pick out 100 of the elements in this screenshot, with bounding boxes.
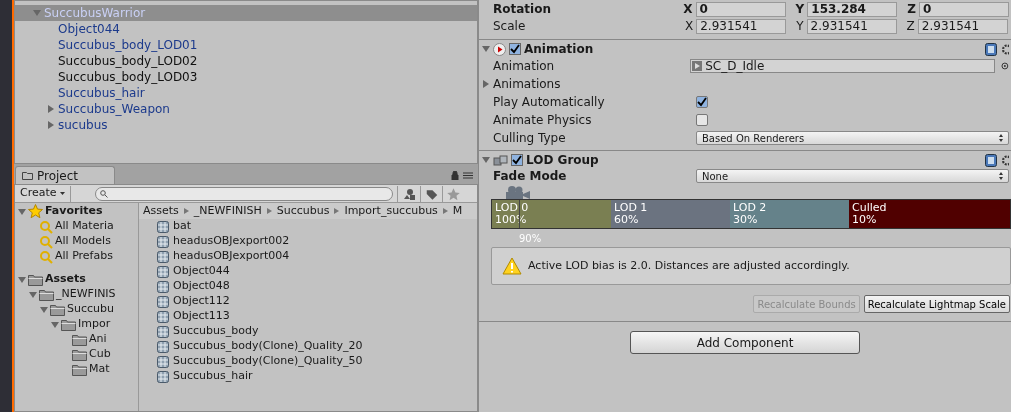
asset-item[interactable]: Object113 [173, 308, 230, 325]
cubes-icon [493, 154, 508, 166]
field-label: Animate Physics [493, 112, 593, 129]
hierarchy-item[interactable]: Object044 [15, 21, 477, 37]
asset-item[interactable]: Object112 [173, 293, 230, 310]
project-tab[interactable]: Project [15, 166, 115, 184]
folder-icon [72, 363, 87, 376]
lod-segment[interactable]: LOD 1 60% [611, 200, 730, 228]
breadcrumb-link[interactable]: _NEWFINISH [193, 203, 262, 220]
number-field[interactable]: 0 [695, 1, 786, 17]
tree-item[interactable]: All Models [55, 233, 111, 250]
tree-item[interactable]: Cub [89, 346, 111, 363]
checkbox[interactable] [696, 114, 708, 126]
asset-item[interactable]: Object048 [173, 278, 230, 295]
tree-item[interactable]: Ani [89, 331, 107, 348]
collapse-arrow-icon[interactable] [40, 305, 48, 314]
hierarchy-item[interactable]: Succubus_body_LOD02 [15, 53, 477, 69]
field-label: Rotation [493, 1, 552, 18]
axis-label: X [685, 18, 694, 35]
folder-icon [72, 348, 87, 361]
dropdown[interactable]: None [696, 169, 1009, 183]
settings-icon[interactable] [1000, 43, 1009, 55]
expand-arrow-icon[interactable] [47, 105, 55, 113]
asset-item[interactable]: headusOBJexport002 [173, 233, 290, 250]
asset-item[interactable]: headusOBJexport004 [173, 248, 290, 265]
axis-label: Y [795, 1, 805, 18]
component-title: Animation [524, 41, 595, 58]
help-icon[interactable] [985, 153, 997, 167]
object-picker-icon[interactable] [1001, 62, 1009, 70]
asset-item[interactable]: bat [173, 218, 192, 235]
warning-text: Active LOD bias is 2.0. Distances are adjusted accordingly. [528, 257, 850, 274]
hierarchy-item[interactable]: sucubus [15, 117, 477, 133]
breadcrumb-link[interactable]: M [452, 203, 463, 220]
breadcrumb-link[interactable]: Succubus [276, 203, 330, 220]
axis-label: Y [796, 18, 804, 35]
folder-icon [61, 318, 76, 331]
collapse-arrow-icon[interactable] [51, 320, 59, 329]
dropdown[interactable]: Based On Renderers [696, 131, 1009, 145]
enable-checkbox[interactable] [511, 154, 523, 166]
create-button[interactable]: Create [15, 185, 71, 202]
breadcrumb-link[interactable]: Import_succubus [344, 203, 438, 220]
mesh-icon [157, 250, 169, 263]
tree-item[interactable]: All Prefabs [55, 248, 113, 265]
asset-item[interactable]: Succubus_hair [173, 368, 253, 385]
object-field[interactable]: SC_D_Idle [690, 59, 996, 73]
camera-position-marker[interactable] [519, 200, 520, 228]
magnifier-icon [39, 219, 53, 234]
asset-item[interactable]: Succubus_body(Clone)_Quality_50 [173, 353, 363, 370]
menu-icon[interactable] [463, 172, 473, 179]
mesh-icon [157, 310, 169, 323]
folder-icon [28, 273, 43, 286]
hierarchy-item[interactable]: Succubus_Weapon [15, 101, 477, 117]
number-field[interactable]: 0 [919, 1, 1009, 17]
mesh-icon [157, 355, 169, 368]
hierarchy-item[interactable]: Succubus_hair [15, 85, 477, 101]
collapse-arrow-icon[interactable] [482, 45, 490, 53]
lod-button[interactable]: Recalculate Lightmap Scale [863, 295, 1010, 313]
help-icon[interactable] [985, 42, 997, 56]
component-title: LOD Group [526, 152, 600, 169]
mesh-icon [157, 370, 169, 383]
tree-item[interactable]: All Materia [55, 218, 114, 235]
tree-item[interactable]: _NEWFINIS [56, 286, 116, 303]
asset-item[interactable]: Succubus_body(Clone)_Quality_20 [173, 338, 363, 355]
number-field[interactable]: 2.931541 [696, 18, 787, 34]
tree-item[interactable]: Impor [78, 316, 111, 333]
collapse-arrow-icon[interactable] [482, 156, 490, 164]
lod-segment[interactable]: LOD 2 30% [730, 200, 849, 228]
settings-icon[interactable] [1000, 154, 1009, 166]
search-field[interactable] [94, 186, 393, 201]
enable-checkbox[interactable] [509, 43, 521, 55]
asset-item[interactable]: Succubus_body [173, 323, 259, 340]
camera-icon[interactable] [503, 185, 531, 199]
tree-item[interactable]: Favorites [45, 203, 103, 220]
mesh-icon [157, 265, 169, 278]
breadcrumb-link[interactable]: Assets [143, 203, 179, 220]
collapse-arrow-icon[interactable] [29, 290, 37, 299]
number-field[interactable]: 153.284 [807, 1, 898, 17]
tree-item[interactable]: Succubu [67, 301, 114, 318]
dropdown-caret-icon [59, 192, 65, 195]
dropdown-arrows-icon [999, 134, 1003, 142]
collapse-arrow-icon[interactable] [18, 207, 26, 216]
asset-item[interactable]: Object044 [173, 263, 230, 280]
lock-icon[interactable] [451, 171, 459, 180]
collapse-arrow-icon[interactable] [18, 275, 26, 284]
hierarchy-item[interactable]: Succubus_body_LOD03 [15, 69, 477, 85]
tree-item[interactable]: Mat [89, 361, 110, 378]
folder-icon [72, 333, 87, 346]
collapse-arrow-icon[interactable] [33, 9, 41, 17]
expand-arrow-icon[interactable] [47, 121, 55, 129]
mesh-icon [157, 280, 169, 293]
number-field[interactable]: 2.931541 [917, 18, 1008, 34]
tree-item[interactable]: Assets [45, 271, 86, 288]
number-field[interactable]: 2.931541 [806, 18, 897, 34]
warning-icon [502, 257, 522, 275]
hierarchy-item[interactable]: Succubus_body_LOD01 [15, 37, 477, 53]
expand-arrow-icon[interactable] [482, 80, 490, 88]
add-component-button[interactable]: Add Component [630, 331, 860, 354]
lod-segment[interactable]: Culled 10% [849, 200, 1010, 228]
breadcrumb-arrow-icon [266, 208, 272, 214]
checkbox[interactable] [696, 96, 708, 108]
